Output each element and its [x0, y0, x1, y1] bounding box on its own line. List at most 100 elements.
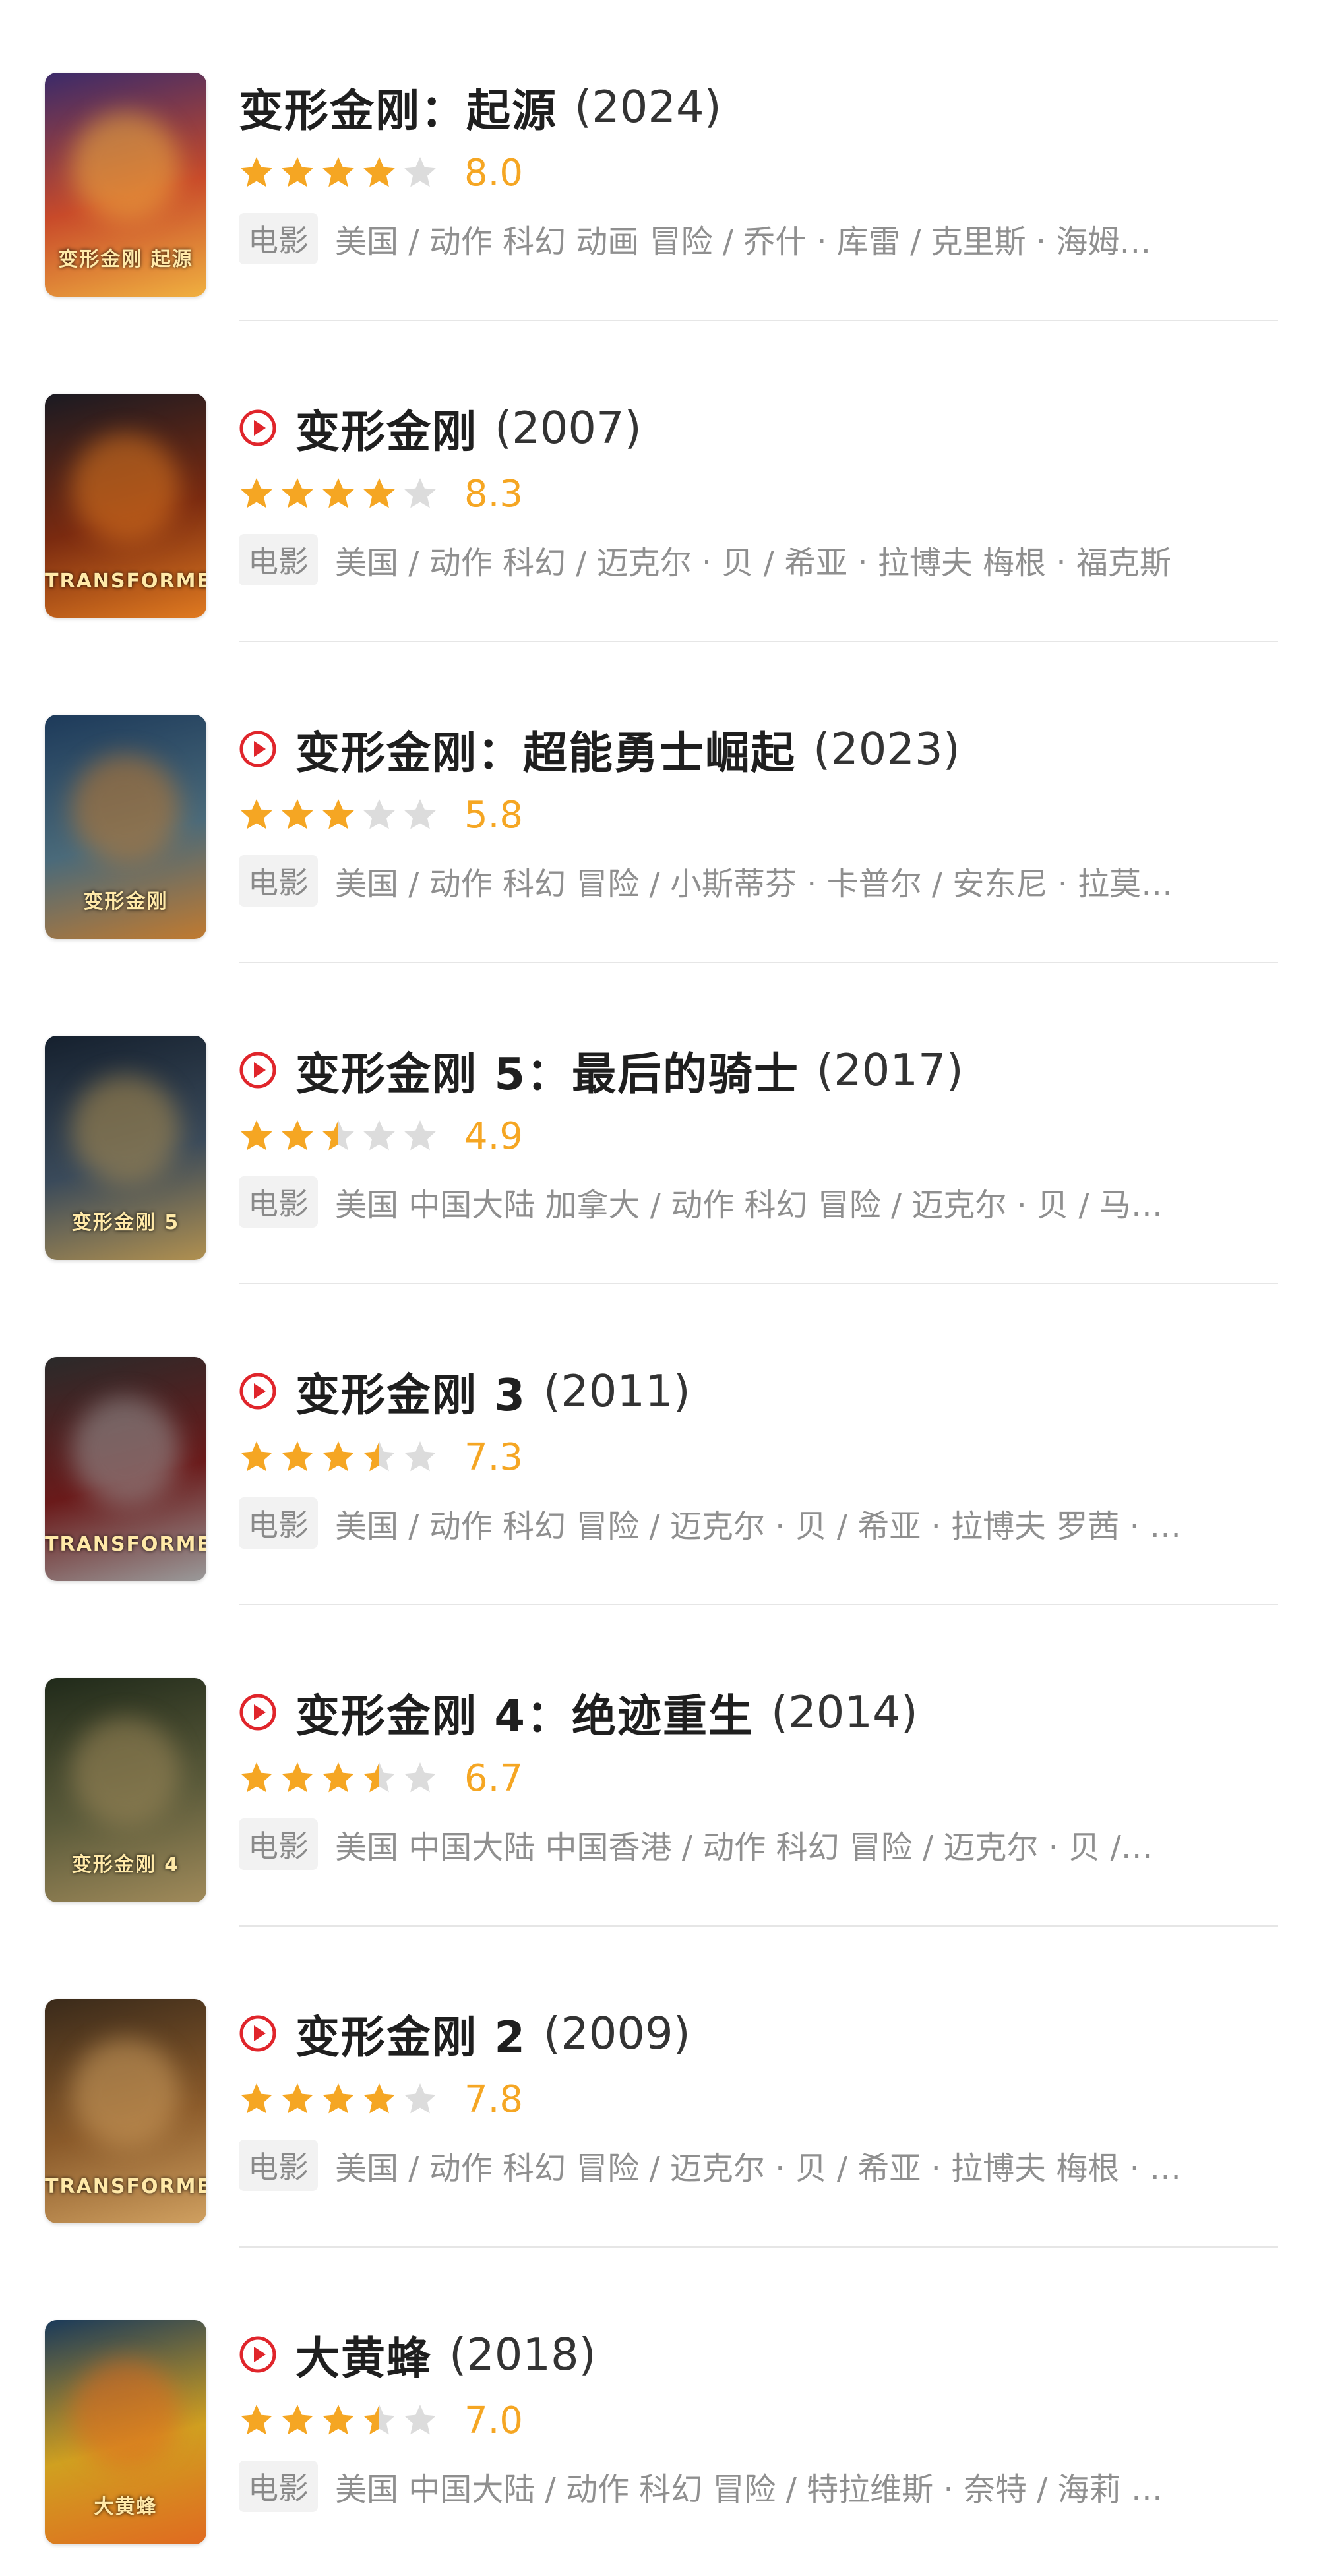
star-full-icon [241, 1120, 272, 1151]
star-full-icon [241, 2405, 272, 2435]
meta-row: 电影 美国 / 动作 科幻 冒险 / 小斯蒂芬 · 卡普尔 / 安东尼 · 拉莫… [239, 854, 1281, 907]
movie-year: (2009) [543, 2008, 690, 2059]
rating-row: 5.8 [239, 789, 523, 841]
play-icon [239, 409, 276, 446]
star-full-icon [322, 799, 354, 829]
list-item[interactable]: 变形金刚 5 变形金刚 5：最后的骑士 (2017) 4.9 电影 美国 中国大… [0, 963, 1319, 1284]
title-row[interactable]: 变形金刚 5：最后的骑士 (2017) [239, 1037, 964, 1103]
star-empty-icon [404, 1762, 436, 1793]
title-row[interactable]: 变形金刚：起源 (2024) [239, 74, 721, 140]
movie-poster[interactable]: 变形金刚 5 [45, 1036, 206, 1260]
movie-title[interactable]: 变形金刚 5：最后的骑士 [295, 1038, 799, 1102]
meta-row: 电影 美国 / 动作 科幻 / 迈克尔 · 贝 / 希亚 · 拉博夫 梅根 · … [239, 533, 1281, 586]
rating-row: 7.3 [239, 1431, 523, 1483]
movie-title[interactable]: 变形金刚：超能勇士崛起 [295, 717, 796, 781]
rating-row: 4.9 [239, 1110, 523, 1162]
meta-row: 电影 美国 中国大陆 加拿大 / 动作 科幻 冒险 / 迈克尔 · 贝 / 马… [239, 1176, 1281, 1228]
star-full-icon [363, 478, 395, 508]
rating-stars [239, 476, 443, 512]
rating-stars [239, 1118, 443, 1154]
star-full-icon [322, 478, 354, 508]
movie-poster[interactable]: 变形金刚 [45, 715, 206, 939]
star-empty-icon [404, 478, 436, 508]
rating-stars [239, 1760, 443, 1796]
list-item[interactable]: 变形金刚 变形金刚：超能勇士崛起 (2023) 5.8 电影 美国 / 动作 科… [0, 642, 1319, 963]
star-full-icon [282, 2083, 313, 2114]
star-full-icon [363, 2083, 395, 2114]
movie-list: 变形金刚 起源 变形金刚：起源 (2024) 8.0 电影 美国 / 动作 科幻… [0, 0, 1319, 2576]
star-full-icon [363, 157, 395, 187]
movie-meta: 美国 中国大陆 中国香港 / 动作 科幻 冒险 / 迈克尔 · 贝 /… [335, 1829, 1153, 1866]
movie-year: (2017) [816, 1044, 964, 1096]
rating-score: 7.8 [464, 2078, 524, 2121]
movie-poster[interactable]: 变形金刚 4 [45, 1678, 206, 1902]
rating-stars [239, 2082, 443, 2117]
title-row[interactable]: 变形金刚 4：绝迹重生 (2014) [239, 1679, 918, 1745]
movie-poster[interactable]: TRANSFORMERS [45, 1357, 206, 1581]
movie-poster[interactable]: TRANSFORMERS [45, 1999, 206, 2223]
movie-poster[interactable]: 大黄蜂 [45, 2320, 206, 2544]
rating-row: 8.3 [239, 467, 523, 520]
type-badge: 电影 [239, 213, 318, 264]
list-item[interactable]: 变形金刚 4 变形金刚 4：绝迹重生 (2014) 6.7 电影 美国 中国大陆… [0, 1605, 1319, 1927]
star-full-icon [322, 2083, 354, 2114]
movie-title[interactable]: 变形金刚 3 [295, 1360, 526, 1423]
list-item[interactable]: TRANSFORMERS 变形金刚 (2007) 8.3 电影 美国 / 动作 … [0, 321, 1319, 642]
rating-score: 7.3 [464, 1435, 524, 1479]
movie-year: (2007) [495, 402, 642, 454]
movie-title[interactable]: 变形金刚 4：绝迹重生 [295, 1681, 754, 1745]
list-item[interactable]: TRANSFORMERS 变形金刚 3 (2011) 7.3 电影 美国 / 动… [0, 1284, 1319, 1605]
type-badge: 电影 [239, 2461, 318, 2512]
play-icon [239, 731, 276, 767]
rating-score: 6.7 [464, 1756, 524, 1800]
play-icon [239, 1694, 276, 1731]
meta-row: 电影 美国 / 动作 科幻 冒险 / 迈克尔 · 贝 / 希亚 · 拉博夫 梅根… [239, 2139, 1281, 2192]
movie-title[interactable]: 变形金刚 2 [295, 2002, 526, 2066]
title-row[interactable]: 变形金刚 3 (2011) [239, 1358, 690, 1424]
type-badge: 电影 [239, 2140, 318, 2191]
star-full-icon [282, 1762, 313, 1793]
movie-poster[interactable]: 变形金刚 起源 [45, 73, 206, 297]
movie-title[interactable]: 变形金刚：起源 [239, 75, 557, 139]
star-full-icon [322, 1441, 354, 1472]
meta-row: 电影 美国 / 动作 科幻 动画 冒险 / 乔什 · 库雷 / 克里斯 · 海姆… [239, 212, 1281, 265]
star-empty-icon [404, 2083, 436, 2114]
star-full-icon [241, 478, 272, 508]
star-full-icon [241, 157, 272, 187]
movie-poster[interactable]: TRANSFORMERS [45, 394, 206, 618]
list-item[interactable]: 大黄蜂 大黄蜂 (2018) 7.0 电影 美国 中国大陆 / 动作 科幻 冒险… [0, 2248, 1319, 2569]
movie-title[interactable]: 大黄蜂 [295, 2323, 432, 2387]
list-item[interactable]: TRANSFORMERS 变形金刚 2 (2009) 7.8 电影 美国 / 动… [0, 1927, 1319, 2248]
movie-year: (2011) [543, 1365, 690, 1417]
star-full-icon [241, 2083, 272, 2114]
movie-meta: 美国 / 动作 科幻 冒险 / 迈克尔 · 贝 / 希亚 · 拉博夫 梅根 · … [335, 2150, 1182, 2187]
play-icon [239, 1052, 276, 1089]
title-row[interactable]: 变形金刚：超能勇士崛起 (2023) [239, 716, 960, 782]
movie-title[interactable]: 变形金刚 [295, 396, 477, 460]
star-full-icon [322, 1762, 354, 1793]
type-badge: 电影 [239, 1176, 318, 1228]
title-row[interactable]: 变形金刚 (2007) [239, 395, 642, 461]
star-full-icon [241, 1441, 272, 1472]
star-empty-icon [363, 1120, 395, 1151]
star-empty-icon [404, 157, 436, 187]
star-full-icon [282, 2405, 313, 2435]
type-badge: 电影 [239, 1818, 318, 1870]
star-full-icon [241, 799, 272, 829]
list-item[interactable]: 变形金刚 起源 变形金刚：起源 (2024) 8.0 电影 美国 / 动作 科幻… [0, 0, 1319, 321]
rating-row: 8.0 [239, 146, 523, 199]
star-empty-icon [404, 1120, 436, 1151]
play-icon [239, 2015, 276, 2052]
star-empty-icon [404, 2405, 436, 2435]
rating-stars [239, 1439, 443, 1475]
star-full-icon [322, 157, 354, 187]
movie-meta: 美国 中国大陆 加拿大 / 动作 科幻 冒险 / 迈克尔 · 贝 / 马… [335, 1187, 1163, 1224]
star-empty-icon [404, 1441, 436, 1472]
title-row[interactable]: 大黄蜂 (2018) [239, 2321, 596, 2387]
title-row[interactable]: 变形金刚 2 (2009) [239, 2000, 690, 2066]
star-half-icon [363, 2405, 395, 2435]
type-badge: 电影 [239, 534, 318, 585]
star-half-icon [363, 1441, 395, 1472]
star-full-icon [282, 799, 313, 829]
play-icon [239, 2336, 276, 2373]
